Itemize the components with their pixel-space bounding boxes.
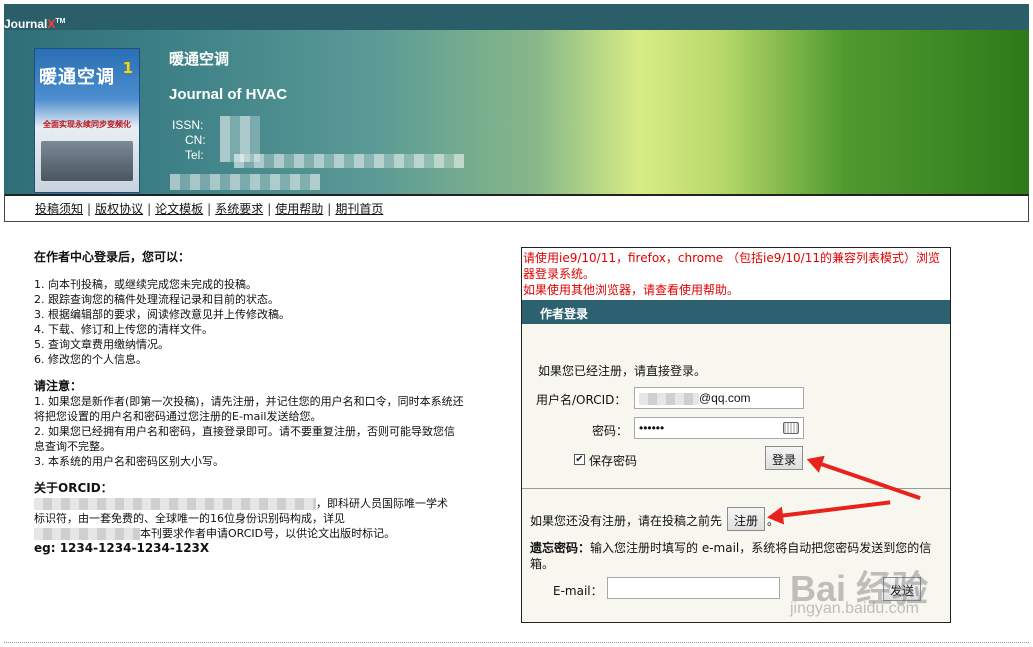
email-label: E-mail： — [553, 584, 603, 598]
journal-title-cn: 暖通空调 — [169, 50, 230, 68]
orcid-description: ，即科研人员国际唯一学术 标识符，由一套免费的、全球唯一的16位身份识别码构成，… — [34, 496, 464, 541]
nav-copyright[interactable]: 版权协议 — [95, 200, 143, 217]
nav-separator: | — [207, 201, 212, 216]
orcid-example: eg: 1234-1234-1234-123X — [34, 541, 210, 555]
browser-notice: 请使用ie9/10/11，firefox，chrome （包括ie9/10/11… — [522, 248, 950, 300]
password-input[interactable]: •••••• — [634, 417, 804, 439]
email-input[interactable] — [607, 577, 780, 599]
orcid-text-3: 本刊要求作者申请ORCID号，以供论文出版时标记。 — [140, 527, 396, 540]
login-header: 作者登录 — [522, 300, 950, 324]
remember-password-label: 保存密码 — [589, 454, 638, 468]
banner-topbar — [4, 4, 1029, 30]
tel-label: Tel: — [185, 148, 204, 162]
logo-tm: TM — [55, 18, 66, 25]
features-list: 1. 向本刊投稿，或继续完成您未完成的投稿。 2. 跟踪查询您的稿件处理流程记录… — [34, 277, 464, 367]
register-hint: 如果您还没有注册，请在投稿之前先 — [530, 514, 723, 528]
nav-separator: | — [87, 201, 92, 216]
redacted-orcid-link — [34, 498, 316, 510]
header-banner: JournalXTM 暖通空调 1 全面实现永续同步变频化 暖通空调 Journ… — [4, 4, 1029, 194]
features-heading: 在作者中心登录后，您可以： — [34, 250, 191, 264]
cover-subtitle: 全面实现永续同步变频化 — [43, 120, 131, 129]
login-form: 如果您已经注册，请直接登录。 用户名/ORCID： @qq.com 密码： ••… — [522, 324, 950, 488]
notice-list: 1. 如果您是新作者(即第一次投稿)，请先注册，并记住您的用户名和口令，同时本系… — [34, 394, 464, 469]
cn-label: CN: — [185, 133, 206, 147]
notice-heading: 请注意： — [34, 379, 83, 393]
top-nav: 投稿须知 | 版权协议 | 论文模板 | 系统要求 | 使用帮助 | 期刊首页 — [4, 194, 1029, 222]
browser-notice-line-1: 请使用ie9/10/11，firefox，chrome （包括ie9/10/11… — [523, 251, 940, 281]
cover-title: 暖通空调 — [39, 67, 115, 87]
feature-item: 6. 修改您的个人信息。 — [34, 353, 147, 366]
orcid-text-2: 标识符，由一套免费的、全球唯一的16位身份识别码构成，详见 — [34, 512, 345, 525]
journal-cover-image: 暖通空调 1 全面实现永续同步变频化 — [34, 48, 140, 193]
browser-notice-line-2: 如果使用其他浏览器，请查看使用帮助。 — [523, 283, 740, 297]
password-value: •••••• — [639, 421, 665, 435]
notice-item: 2. 如果您已经拥有用户名和密码，直接登录即可。请不要重复注册，否则可能导致您信… — [34, 425, 455, 453]
nav-help[interactable]: 使用帮助 — [275, 200, 323, 217]
forgot-password-label: 遗忘密码： — [530, 541, 591, 555]
keyboard-icon[interactable] — [783, 422, 799, 434]
orcid-heading: 关于ORCID： — [34, 481, 113, 495]
feature-item: 4. 下载、修订和上传您的清样文件。 — [34, 323, 213, 336]
username-value: @qq.com — [699, 391, 751, 405]
issn-label: ISSN: — [172, 118, 204, 132]
nav-system-requirements[interactable]: 系统要求 — [215, 200, 263, 217]
notice-item: 3. 本系统的用户名和密码区别大小写。 — [34, 455, 224, 468]
baidu-watermark-url: jingyan.baidu.com — [790, 600, 919, 617]
cover-photo — [41, 141, 133, 181]
journal-title-en: Journal of HVAC — [169, 86, 288, 103]
username-label: 用户名/ORCID： — [536, 393, 627, 407]
nav-journal-home[interactable]: 期刊首页 — [335, 200, 383, 217]
remember-password-checkbox[interactable]: ✔ — [574, 454, 585, 465]
logo-word: Journal — [4, 17, 48, 31]
author-info-section: 在作者中心登录后，您可以： 1. 向本刊投稿，或继续完成您未完成的投稿。 2. … — [34, 250, 464, 556]
feature-item: 5. 查询文章费用缴纳情况。 — [34, 338, 169, 351]
feature-item: 3. 根据编辑部的要求，阅读修改意见并上传修改稿。 — [34, 308, 290, 321]
nav-separator: | — [267, 201, 272, 216]
nav-separator: | — [327, 201, 332, 216]
cover-issue: 1 — [122, 59, 133, 77]
nav-submission-guide[interactable]: 投稿须知 — [35, 200, 83, 217]
feature-item: 2. 跟踪查询您的稿件处理流程记录和目前的状态。 — [34, 293, 279, 306]
bottom-divider — [4, 642, 1029, 643]
redacted-username — [639, 392, 699, 405]
redacted-tel — [234, 154, 464, 168]
redacted-orcid-url — [34, 528, 140, 540]
feature-item: 1. 向本刊投稿，或继续完成您未完成的投稿。 — [34, 278, 257, 291]
registered-hint: 如果您已经注册，请直接登录。 — [538, 364, 707, 378]
nav-template[interactable]: 论文模板 — [155, 200, 203, 217]
redacted-extra — [170, 174, 320, 190]
login-button[interactable]: 登录 — [765, 446, 804, 470]
register-button[interactable]: 注册 — [727, 507, 766, 531]
notice-item: 1. 如果您是新作者(即第一次投稿)，请先注册，并记住您的用户名和口令，同时本系… — [34, 395, 464, 423]
site-logo[interactable]: JournalXTM — [4, 17, 65, 31]
orcid-text-1: ，即科研人员国际唯一学术 — [316, 497, 448, 510]
password-label: 密码： — [592, 424, 629, 438]
nav-separator: | — [147, 201, 152, 216]
username-input[interactable]: @qq.com — [634, 387, 804, 409]
